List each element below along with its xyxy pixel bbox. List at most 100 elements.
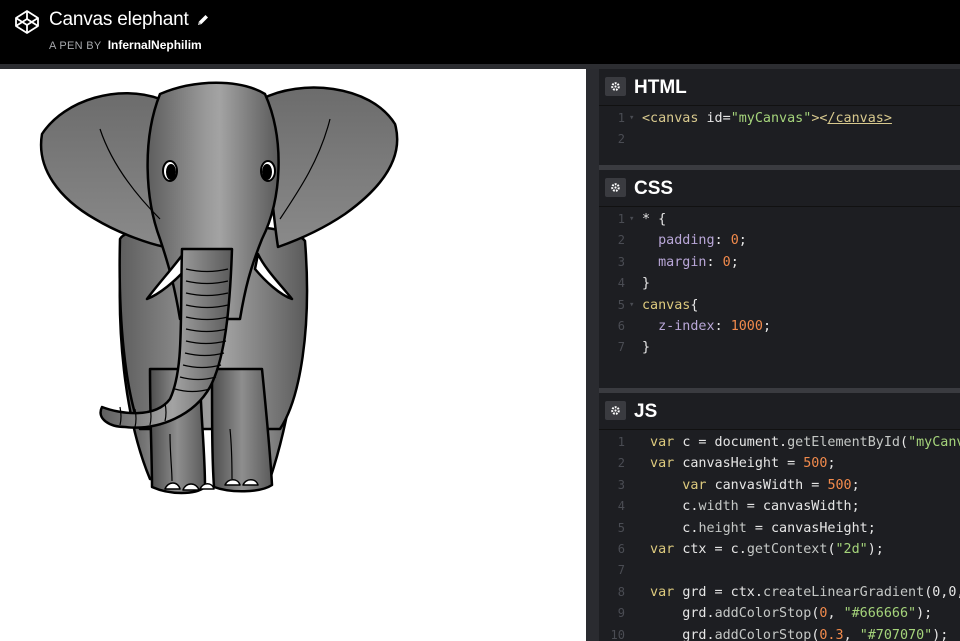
code-line[interactable]: 5 ▾ canvas{	[599, 295, 960, 316]
code-line[interactable]: 4 c.width = canvasWidth;	[599, 496, 960, 517]
line-number: 4	[617, 276, 625, 291]
code-line[interactable]: 2	[599, 129, 960, 150]
code-line[interactable]: 2 var canvasHeight = 500;	[599, 453, 960, 474]
code-token: 0.3	[819, 627, 844, 641]
css-editor-header: CSS	[599, 170, 960, 207]
code-text: c.height = canvasHeight;	[642, 518, 876, 539]
code-token: (	[900, 435, 909, 450]
code-text: margin: 0;	[642, 252, 739, 273]
code-token: ;	[762, 318, 771, 334]
line-number: 3	[617, 477, 625, 492]
title-row: Canvas elephant	[49, 9, 210, 31]
code-token: c = document.	[682, 435, 788, 450]
pencil-icon[interactable]	[196, 13, 210, 27]
pane-resizer[interactable]	[586, 69, 599, 641]
code-token: var	[642, 456, 683, 472]
gear-icon	[611, 82, 620, 91]
line-number: 7	[617, 340, 625, 355]
code-token: grd.	[642, 627, 715, 641]
code-line[interactable]: 3 margin: 0;	[599, 252, 960, 273]
code-token: id=	[706, 111, 731, 126]
code-text: c.width = canvasWidth;	[642, 496, 860, 517]
css-editor: CSS 1 ▾ * {2 padding: 0; 3 margin: 0; 4} 5 ▾ ca…	[599, 170, 960, 388]
line-number: 1	[617, 111, 625, 125]
code-line[interactable]: 7}	[599, 337, 960, 358]
code-token: 1000	[730, 318, 763, 334]
js-editor-header: JS	[599, 393, 960, 430]
code-line[interactable]: 2 padding: 0;	[599, 230, 960, 251]
line-number: 3	[617, 254, 625, 269]
line-number: 2	[617, 233, 625, 248]
code-line[interactable]: 1 ▾ <canvas id="myCanvas"></canvas>	[599, 108, 960, 129]
code-token: "#707070"	[859, 627, 933, 641]
code-token: ><	[811, 111, 828, 126]
js-editor-title: JS	[634, 401, 658, 422]
code-token: 0	[730, 233, 739, 249]
code-text: var c = document.getElementById("myCanva	[642, 432, 960, 453]
code-line[interactable]: 8 var grd = ctx.createLinearGradient(0,0…	[599, 582, 960, 603]
pen-title[interactable]: Canvas elephant	[49, 9, 189, 31]
line-number: 6	[617, 541, 625, 556]
code-text: var ctx = c.getContext("2d");	[642, 539, 884, 560]
code-line[interactable]: 7	[599, 560, 960, 581]
code-token: = canvasWidth;	[738, 499, 860, 515]
codepen-logo-icon[interactable]	[14, 9, 40, 35]
code-token: :	[706, 254, 723, 270]
code-text: var canvasWidth = 500;	[642, 475, 860, 496]
code-token: "myCanva	[908, 435, 960, 450]
code-token: ;	[851, 477, 860, 493]
code-line[interactable]: 6 var ctx = c.getContext("2d");	[599, 539, 960, 560]
code-line[interactable]: 9 grd.addColorStop(0, "#666666");	[599, 603, 960, 624]
code-line[interactable]: 1 ▾ * {	[599, 209, 960, 230]
code-token: c.	[642, 499, 699, 515]
html-code[interactable]: 1 ▾ <canvas id="myCanvas"></canvas> 2	[599, 108, 960, 151]
css-settings-button[interactable]	[605, 178, 626, 197]
code-token: height	[698, 520, 747, 536]
gear-icon	[611, 406, 620, 415]
code-token: canvas	[642, 297, 691, 313]
css-editor-title: CSS	[634, 178, 674, 199]
code-token: ;	[738, 233, 747, 249]
code-line[interactable]: 10 grd.addColorStop(0.3, "#707070");	[599, 625, 960, 641]
code-text: z-index: 1000;	[642, 316, 771, 337]
html-editor-title: HTML	[634, 77, 687, 98]
code-token: "2d"	[835, 541, 868, 557]
code-token: var	[642, 435, 683, 450]
fold-arrow-icon[interactable]: ▾	[629, 108, 634, 129]
line-number: 1	[617, 435, 625, 449]
js-settings-button[interactable]	[605, 401, 626, 420]
code-token: ;	[730, 254, 739, 270]
code-token: ;	[827, 456, 836, 472]
html-editor: HTML 1 ▾ <canvas id="myCanvas"></canvas> 2	[599, 69, 960, 165]
css-code[interactable]: 1 ▾ * {2 padding: 0; 3 margin: 0; 4} 5 ▾ canvas…	[599, 209, 960, 359]
code-token: ctx = c.	[682, 541, 747, 557]
code-line[interactable]: 3 var canvasWidth = 500;	[599, 475, 960, 496]
elephant-drawing	[39, 81, 399, 495]
author-link[interactable]: InfernalNephilim	[108, 38, 202, 52]
line-number: 2	[617, 132, 625, 147]
code-token: 500	[803, 456, 828, 472]
code-text: * {	[642, 209, 666, 230]
fold-arrow-icon[interactable]: ▾	[629, 295, 634, 316]
code-line[interactable]: 4}	[599, 273, 960, 294]
code-text: var canvasHeight = 500;	[642, 453, 836, 474]
fold-arrow-icon[interactable]: ▾	[629, 209, 634, 230]
code-token: padding	[642, 233, 715, 249]
code-token: canvasWidth =	[714, 477, 828, 493]
code-token: (	[827, 541, 836, 557]
code-token: addColorStop	[714, 606, 812, 622]
html-settings-button[interactable]	[605, 77, 626, 96]
html-editor-header: HTML	[599, 69, 960, 106]
code-token: );	[932, 627, 949, 641]
code-token: z-index	[642, 318, 715, 334]
line-number: 2	[617, 456, 625, 471]
code-token: }	[642, 276, 651, 292]
code-line[interactable]: 5 c.height = canvasHeight;	[599, 518, 960, 539]
code-token: /canvas>	[827, 111, 892, 126]
code-token: "#666666"	[843, 606, 917, 622]
code-token: createLinearGradient	[762, 584, 925, 600]
js-code[interactable]: 1 var c = document.getElementById("myCan…	[599, 432, 960, 641]
js-editor: JS 1 var c = document.getElementById("my…	[599, 393, 960, 641]
code-line[interactable]: 6 z-index: 1000;	[599, 316, 960, 337]
code-line[interactable]: 1 var c = document.getElementById("myCan…	[599, 432, 960, 453]
